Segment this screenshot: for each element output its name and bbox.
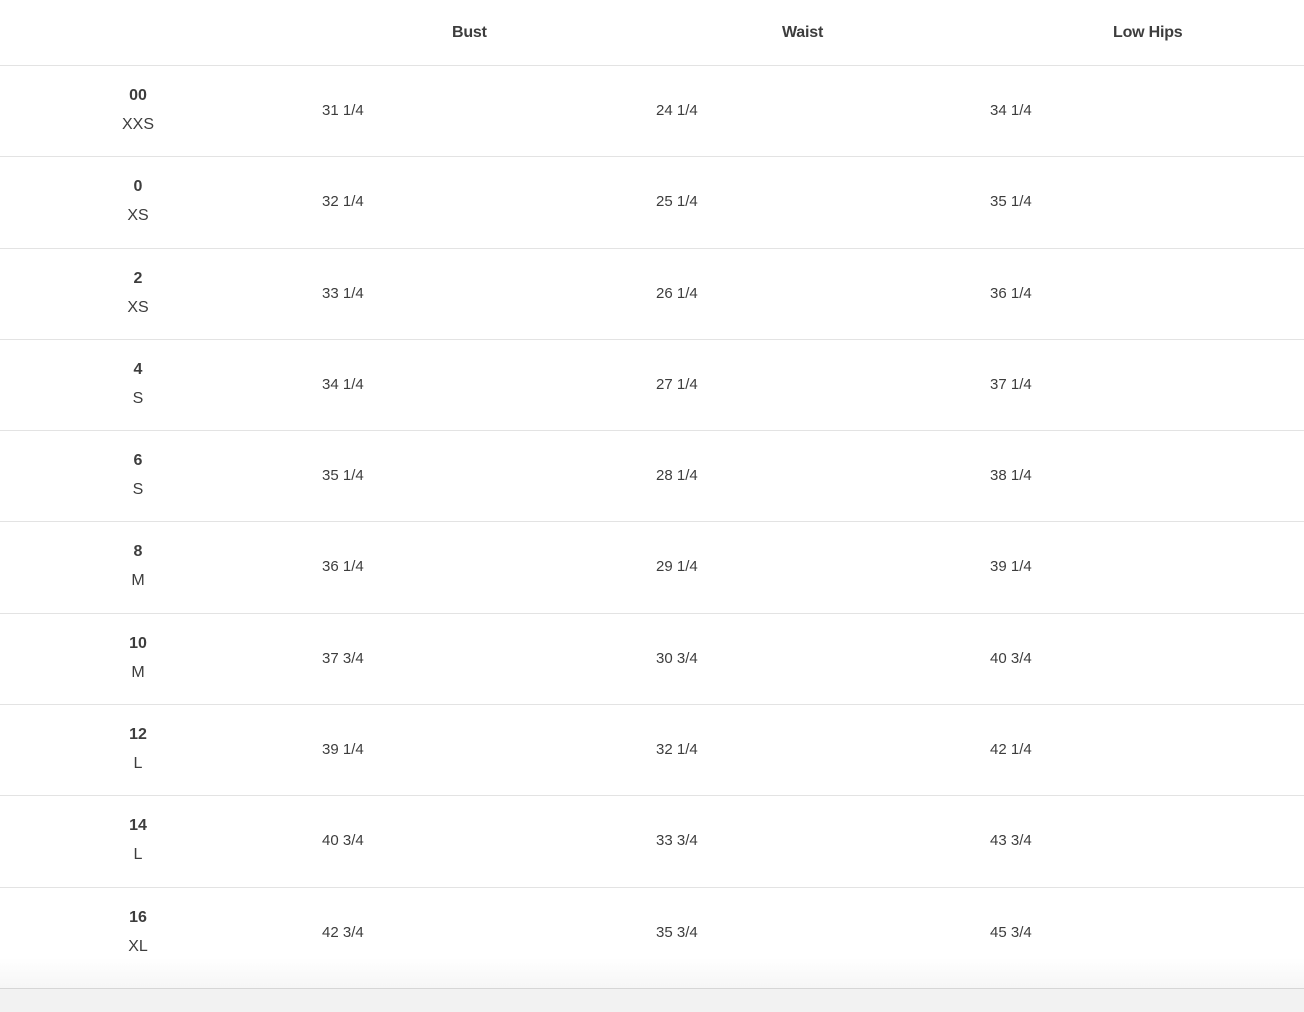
letter-size: S bbox=[132, 481, 144, 499]
waist-value: 33 3/4 bbox=[656, 832, 698, 850]
size-cell: 6 S bbox=[0, 452, 276, 499]
low-hips-value: 37 1/4 bbox=[990, 375, 1032, 393]
size-cell: 16 XL bbox=[0, 909, 276, 956]
numeric-size: 0 bbox=[133, 178, 143, 196]
table-body: 00 XXS 31 1/4 24 1/4 34 1/4 0 XS 32 1/4 … bbox=[0, 66, 1304, 979]
letter-size: XS bbox=[127, 207, 149, 225]
table-row: 16 XL 42 3/4 35 3/4 45 3/4 bbox=[0, 888, 1304, 979]
size-cell: 00 XXS bbox=[0, 87, 276, 134]
low-hips-value: 36 1/4 bbox=[990, 284, 1032, 302]
numeric-size: 2 bbox=[133, 269, 143, 287]
table-row: 10 M 37 3/4 30 3/4 40 3/4 bbox=[0, 614, 1304, 706]
numeric-size: 8 bbox=[133, 543, 143, 561]
bust-value: 32 1/4 bbox=[322, 193, 364, 211]
low-hips-value: 34 1/4 bbox=[990, 102, 1032, 119]
low-hips-value: 40 3/4 bbox=[990, 649, 1032, 667]
letter-size: XL bbox=[128, 937, 148, 955]
numeric-size: 00 bbox=[129, 87, 147, 104]
waist-value: 25 1/4 bbox=[656, 193, 698, 211]
waist-value: 35 3/4 bbox=[656, 923, 698, 941]
low-hips-value: 38 1/4 bbox=[990, 467, 1032, 485]
letter-size: L bbox=[133, 846, 143, 864]
numeric-size: 16 bbox=[129, 908, 147, 926]
numeric-size: 6 bbox=[133, 452, 143, 470]
low-hips-value: 43 3/4 bbox=[990, 832, 1032, 850]
waist-value: 27 1/4 bbox=[656, 375, 698, 393]
bust-value: 31 1/4 bbox=[322, 102, 364, 119]
letter-size: XS bbox=[127, 298, 149, 316]
size-cell: 12 L bbox=[0, 726, 276, 773]
table-row: 8 M 36 1/4 29 1/4 39 1/4 bbox=[0, 522, 1304, 614]
bottom-bar bbox=[0, 988, 1304, 1012]
size-cell: 8 M bbox=[0, 543, 276, 590]
bust-value: 35 1/4 bbox=[322, 467, 364, 485]
numeric-size: 14 bbox=[129, 817, 147, 835]
column-header-bust: Bust bbox=[452, 24, 487, 41]
waist-value: 29 1/4 bbox=[656, 558, 698, 576]
column-header-waist: Waist bbox=[782, 24, 824, 41]
size-cell: 0 XS bbox=[0, 178, 276, 225]
low-hips-value: 45 3/4 bbox=[990, 923, 1032, 941]
bust-value: 37 3/4 bbox=[322, 649, 364, 667]
low-hips-value: 35 1/4 bbox=[990, 193, 1032, 211]
waist-value: 24 1/4 bbox=[656, 102, 698, 119]
table-row: 14 L 40 3/4 33 3/4 43 3/4 bbox=[0, 796, 1304, 888]
table-row: 0 XS 32 1/4 25 1/4 35 1/4 bbox=[0, 157, 1304, 249]
low-hips-value: 42 1/4 bbox=[990, 741, 1032, 759]
size-cell: 2 XS bbox=[0, 270, 276, 317]
table-row: 00 XXS 31 1/4 24 1/4 34 1/4 bbox=[0, 66, 1304, 158]
letter-size: S bbox=[132, 389, 144, 407]
numeric-size: 10 bbox=[129, 634, 147, 652]
letter-size: XXS bbox=[121, 116, 154, 133]
size-cell: 4 S bbox=[0, 361, 276, 408]
column-header-low-hips: Low Hips bbox=[1113, 24, 1183, 41]
table-row: 4 S 34 1/4 27 1/4 37 1/4 bbox=[0, 340, 1304, 432]
letter-size: M bbox=[131, 572, 145, 590]
bust-value: 33 1/4 bbox=[322, 284, 364, 302]
bust-value: 42 3/4 bbox=[322, 923, 364, 941]
waist-value: 28 1/4 bbox=[656, 467, 698, 485]
table-header-row: Bust Waist Low Hips bbox=[0, 0, 1304, 66]
bust-value: 40 3/4 bbox=[322, 832, 364, 850]
table-row: 2 XS 33 1/4 26 1/4 36 1/4 bbox=[0, 249, 1304, 340]
letter-size: L bbox=[133, 755, 143, 773]
bust-value: 36 1/4 bbox=[322, 558, 364, 576]
table-row: 6 S 35 1/4 28 1/4 38 1/4 bbox=[0, 431, 1304, 523]
waist-value: 32 1/4 bbox=[656, 741, 698, 759]
size-cell: 10 M bbox=[0, 635, 276, 682]
waist-value: 26 1/4 bbox=[656, 284, 698, 302]
table-row: 12 L 39 1/4 32 1/4 42 1/4 bbox=[0, 705, 1304, 797]
letter-size: M bbox=[131, 663, 145, 681]
bust-value: 34 1/4 bbox=[322, 375, 364, 393]
low-hips-value: 39 1/4 bbox=[990, 558, 1032, 576]
bust-value: 39 1/4 bbox=[322, 741, 364, 759]
numeric-size: 12 bbox=[129, 726, 147, 744]
numeric-size: 4 bbox=[133, 360, 143, 378]
waist-value: 30 3/4 bbox=[656, 649, 698, 667]
size-cell: 14 L bbox=[0, 817, 276, 864]
size-chart-table: Bust Waist Low Hips 00 XXS 31 1/4 24 1/4… bbox=[0, 0, 1304, 1012]
